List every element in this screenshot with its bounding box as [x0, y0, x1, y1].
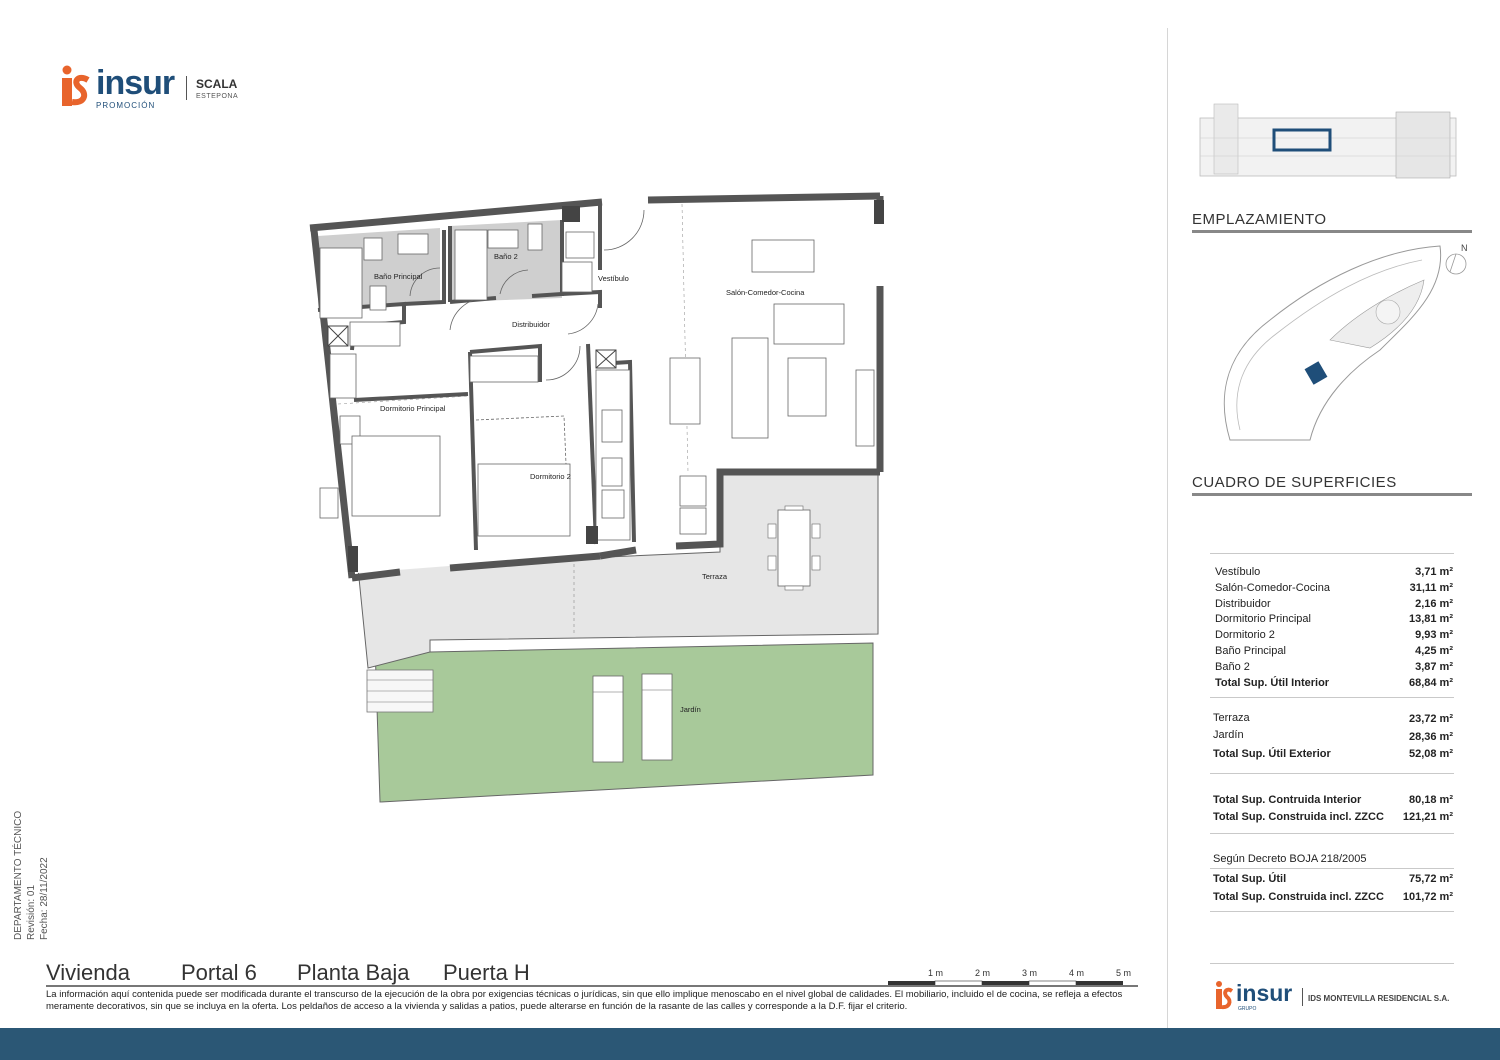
- surface-total-value: 75,72 m²: [1408, 873, 1453, 885]
- side-revision-block: DEPARTAMENTO TÉCNICO Revisión: 01 Fecha:…: [12, 811, 51, 940]
- footer-brand-name: insur: [1236, 980, 1293, 1006]
- surface-label: Terraza: [1213, 712, 1250, 724]
- brand-sub: PROMOCIÓN: [96, 101, 156, 110]
- side-date: Fecha: 28/11/2022: [39, 857, 50, 940]
- table-rule: [1210, 868, 1454, 869]
- logo-divider: [186, 76, 187, 100]
- superficies-title: CUADRO DE SUPERFICIES: [1192, 474, 1397, 491]
- surface-total-value: 121,21 m²: [1402, 811, 1453, 823]
- title-portal: Portal 6: [181, 960, 257, 985]
- room-label-terraza: Terraza: [702, 572, 728, 581]
- surface-label: Jardín: [1213, 729, 1244, 741]
- footer-brand-sub: GRUPO: [1238, 1006, 1257, 1012]
- room-label-salon: Salón-Comedor-Cocina: [726, 288, 805, 297]
- surface-value: 31,11 m²: [1409, 582, 1453, 594]
- surface-value: 4,25 m²: [1415, 645, 1453, 657]
- sun-lounger: [641, 673, 673, 761]
- table-rule: [1210, 553, 1454, 554]
- site-plan: [1223, 245, 1467, 441]
- surface-total-label: Total Sup. Útil Exterior: [1213, 748, 1331, 760]
- section-rule: [1192, 230, 1472, 233]
- emplazamiento-title: EMPLAZAMIENTO: [1192, 211, 1327, 228]
- surface-value: 23,72 m²: [1408, 713, 1453, 725]
- surface-label: Vestíbulo: [1215, 566, 1261, 578]
- surface-label: Baño Principal: [1215, 645, 1286, 657]
- footer-company: IDS MONTEVILLA RESIDENCIAL S.A.: [1308, 994, 1450, 1003]
- surface-value: 2,16 m²: [1415, 598, 1453, 610]
- garden-steps: [366, 669, 434, 713]
- surface-total-value: 68,84 m²: [1408, 677, 1453, 689]
- building-elevation: [1199, 103, 1457, 179]
- scale-label: 5 m: [1116, 968, 1132, 978]
- surface-total-label: Total Sup. Útil: [1213, 873, 1287, 885]
- floor-plan: [308, 192, 884, 803]
- room-label-jardin: Jardín: [680, 705, 701, 714]
- surface-value: 13,81 m²: [1408, 613, 1453, 625]
- title-planta: Planta Baja: [297, 960, 410, 985]
- title-vivienda: Vivienda: [46, 960, 130, 985]
- scale-label: 1 m: [928, 968, 944, 978]
- garden-area: [374, 642, 874, 803]
- panel-divider: [1167, 28, 1168, 1028]
- sun-lounger: [592, 675, 624, 763]
- project-name: SCALA: [196, 77, 238, 91]
- surface-label: Distribuidor: [1215, 598, 1271, 610]
- surface-total-value: 80,18 m²: [1408, 794, 1453, 806]
- surface-value: 3,87 m²: [1415, 661, 1453, 673]
- surface-label: Salón-Comedor-Cocina: [1215, 582, 1330, 594]
- surface-total-label: Total Sup. Útil Interior: [1215, 677, 1330, 689]
- scale-label: 3 m: [1022, 968, 1038, 978]
- surface-label: Dormitorio Principal: [1215, 613, 1311, 625]
- insur-footer-logo-icon: [1216, 981, 1234, 1010]
- surface-value: 3,71 m²: [1415, 566, 1453, 578]
- table-rule: [1210, 697, 1454, 698]
- side-revision: Revisión: 01: [26, 884, 37, 940]
- scale-label: 2 m: [975, 968, 991, 978]
- brand-name: insur: [96, 64, 175, 102]
- scale-label: 4 m: [1069, 968, 1085, 978]
- surface-value: 28,36 m²: [1408, 731, 1453, 743]
- surface-total-value: 52,08 m²: [1408, 748, 1453, 760]
- project-location: ESTEPONA: [196, 93, 239, 100]
- surface-value: 9,93 m²: [1415, 629, 1453, 641]
- room-label-distribuidor: Distribuidor: [512, 320, 550, 329]
- room-label-dormitorio-principal: Dormitorio Principal: [380, 404, 446, 413]
- title-rule: [46, 985, 1138, 987]
- table-rule: [1210, 963, 1454, 964]
- table-rule: [1210, 773, 1454, 774]
- table-rule: [1210, 911, 1454, 912]
- footer-logo-divider: [1302, 988, 1303, 1006]
- table-rule: [1210, 833, 1454, 834]
- room-label-dormitorio-2: Dormitorio 2: [530, 472, 571, 481]
- surface-label: Dormitorio 2: [1215, 629, 1275, 641]
- room-label-bano-2: Baño 2: [494, 252, 518, 261]
- insur-logo-icon: [62, 65, 90, 106]
- title-puerta: Puerta H: [443, 960, 530, 985]
- footer-bar: [0, 1028, 1500, 1060]
- room-label-vestibulo: Vestíbulo: [598, 274, 629, 283]
- north-indicator: N: [1461, 243, 1468, 253]
- terrace-table: [777, 509, 811, 587]
- surface-total-label: Total Sup. Contruida Interior: [1213, 794, 1362, 806]
- section-rule: [1192, 493, 1472, 496]
- side-department: DEPARTAMENTO TÉCNICO: [13, 810, 24, 940]
- surface-total-value: 101,72 m²: [1402, 891, 1453, 903]
- surface-label: Baño 2: [1215, 661, 1250, 673]
- decreto-title: Según Decreto BOJA 218/2005: [1213, 853, 1367, 865]
- room-label-bano-principal: Baño Principal: [374, 272, 423, 281]
- disclaimer-text: La información aquí contenida puede ser …: [46, 989, 1123, 1012]
